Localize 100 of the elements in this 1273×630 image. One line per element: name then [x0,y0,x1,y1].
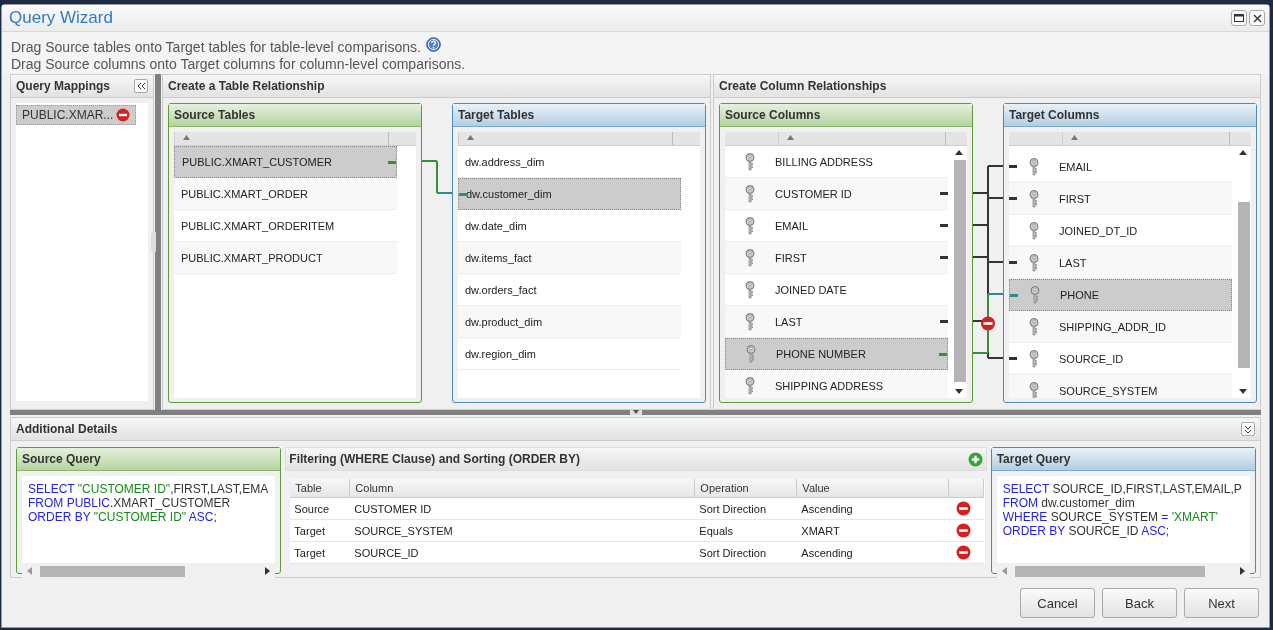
remove-icon[interactable] [956,545,972,560]
key-icon [745,248,755,267]
key-icon [745,184,755,203]
connector-line[interactable] [972,224,989,226]
scroll-up-icon[interactable] [955,150,963,155]
column-row[interactable]: PHONE NUMBER [725,338,948,370]
wizard-button[interactable]: Cancel [1020,588,1095,618]
scroll-up-icon[interactable] [1239,150,1247,155]
wizard-button[interactable]: Next [1184,588,1259,618]
remove-icon[interactable] [116,108,130,122]
key-icon [1029,253,1039,272]
remove-icon[interactable] [956,501,972,516]
section-title: Create Column Relationships [719,79,887,93]
scroll-down-icon[interactable] [955,389,963,394]
column-row[interactable]: LAST [725,306,948,338]
key-icon [1029,317,1039,336]
scroll-right-icon[interactable] [1240,567,1245,575]
scroll-down-icon[interactable] [1239,389,1247,394]
key-icon [1029,221,1039,240]
column-header[interactable]: Operation [695,479,798,498]
table-row[interactable]: dw.product_dim [458,306,681,338]
column-header[interactable]: Column [350,479,696,498]
scroll-left-icon[interactable] [27,567,32,575]
key-icon [746,345,756,363]
close-icon [1252,13,1262,23]
mapping-item[interactable]: PUBLIC.XMAR... [16,105,136,125]
table-cell: Sort Direction [695,498,798,520]
connector-line[interactable] [987,261,1004,263]
code-line: ORDER BY SOURCE_ID ASC; [1002,524,1171,538]
column-row[interactable]: SHIPPING ADDRESS [725,370,948,398]
key-icon [745,280,755,299]
section-title: Additional Details [16,422,118,436]
key-icon [1029,381,1039,398]
panel-title: Target Query [991,448,1255,471]
connector-line[interactable] [987,197,1004,199]
table-cell: Ascending [797,498,950,520]
column-header[interactable]: Value [797,479,950,498]
table-row[interactable]: dw.customer_dim [458,178,681,210]
splitter-handle[interactable] [10,410,1261,415]
table-cell: Sort Direction [695,542,798,564]
remove-icon[interactable] [956,523,972,538]
maximize-button[interactable] [1231,10,1247,26]
column-row[interactable]: FIRST [725,242,948,274]
connector-line[interactable] [987,165,1004,167]
code-line: ORDER BY "CUSTOMER ID" ASC; [28,510,218,524]
add-icon[interactable] [967,451,983,467]
scroll-left-icon[interactable] [1001,567,1007,575]
table-row[interactable]: PUBLIC.XMART_ORDER [174,178,397,210]
column-row[interactable]: LAST [1009,247,1232,279]
key-icon [1029,189,1039,208]
table-cell: XMART [797,520,950,542]
table-cell: Ascending [797,542,950,564]
panel-title: Target Columns [1004,104,1256,127]
key-icon [1030,286,1040,304]
code-line: WHERE SOURCE_SYSTEM = 'XMART' [1002,510,1220,524]
sort-arrow-icon[interactable] [467,135,474,140]
key-icon [1029,349,1039,368]
table-cell: Target [290,520,351,542]
column-header[interactable]: Table [290,479,351,498]
connector-line[interactable] [972,192,989,194]
panel-title: Filtering (WHERE Clause) and Sorting (ORDER BY) [289,452,581,466]
table-row[interactable]: dw.items_fact [458,242,681,274]
instruction-text: Drag Source columns onto Target columns for column-level comparisons. [11,55,466,72]
table-cell: SOURCE_ID [350,542,696,564]
key-icon [1029,157,1039,176]
scroll-right-icon[interactable] [265,567,271,575]
double-chevron-icon [136,82,146,90]
collapse-button[interactable] [1241,422,1255,436]
table-row[interactable]: PUBLIC.XMART_PRODUCT [174,242,397,274]
connector-line[interactable] [987,357,1004,359]
table-cell: CUSTOMER ID [350,498,696,520]
remove-icon[interactable] [981,316,995,331]
column-row[interactable]: SOURCE_SYSTEM [1009,375,1232,398]
double-chevron-icon [1244,424,1252,434]
section-title: Query Mappings [16,79,110,93]
key-icon [745,216,755,235]
sort-arrow-icon[interactable] [787,135,794,140]
sort-arrow-icon[interactable] [1071,135,1078,140]
help-icon[interactable] [425,37,441,52]
instruction-text: Drag Source tables onto Target tables for table-level comparisons. [11,38,421,55]
code-line: SELECT "CUSTOMER ID",FIRST,LAST,EMA [28,482,270,496]
wizard-button[interactable]: Back [1102,588,1177,618]
column-row[interactable]: FIRST [1009,183,1232,215]
code-line: FROM dw.customer_dim [1002,496,1136,510]
close-button[interactable] [1249,10,1265,26]
table-row[interactable]: PUBLIC.XMART_CUSTOMER [174,146,397,178]
panel-title: Target Tables [453,104,705,127]
table-cell: Source [290,498,351,520]
connector-line[interactable] [972,256,989,258]
key-icon [745,152,755,171]
sort-arrow-icon[interactable] [183,135,190,140]
column-row[interactable]: PHONE [1009,279,1232,311]
column-row[interactable]: SHIPPING_ADDR_ID [1009,311,1232,343]
caret-icon [629,410,642,415]
panel-title: Source Query [17,448,281,471]
panel-title: Source Columns [720,104,972,127]
key-icon [745,312,755,331]
maximize-icon [1234,14,1244,22]
collapse-button[interactable] [134,79,149,93]
column-row[interactable]: CUSTOMER ID [725,178,948,210]
